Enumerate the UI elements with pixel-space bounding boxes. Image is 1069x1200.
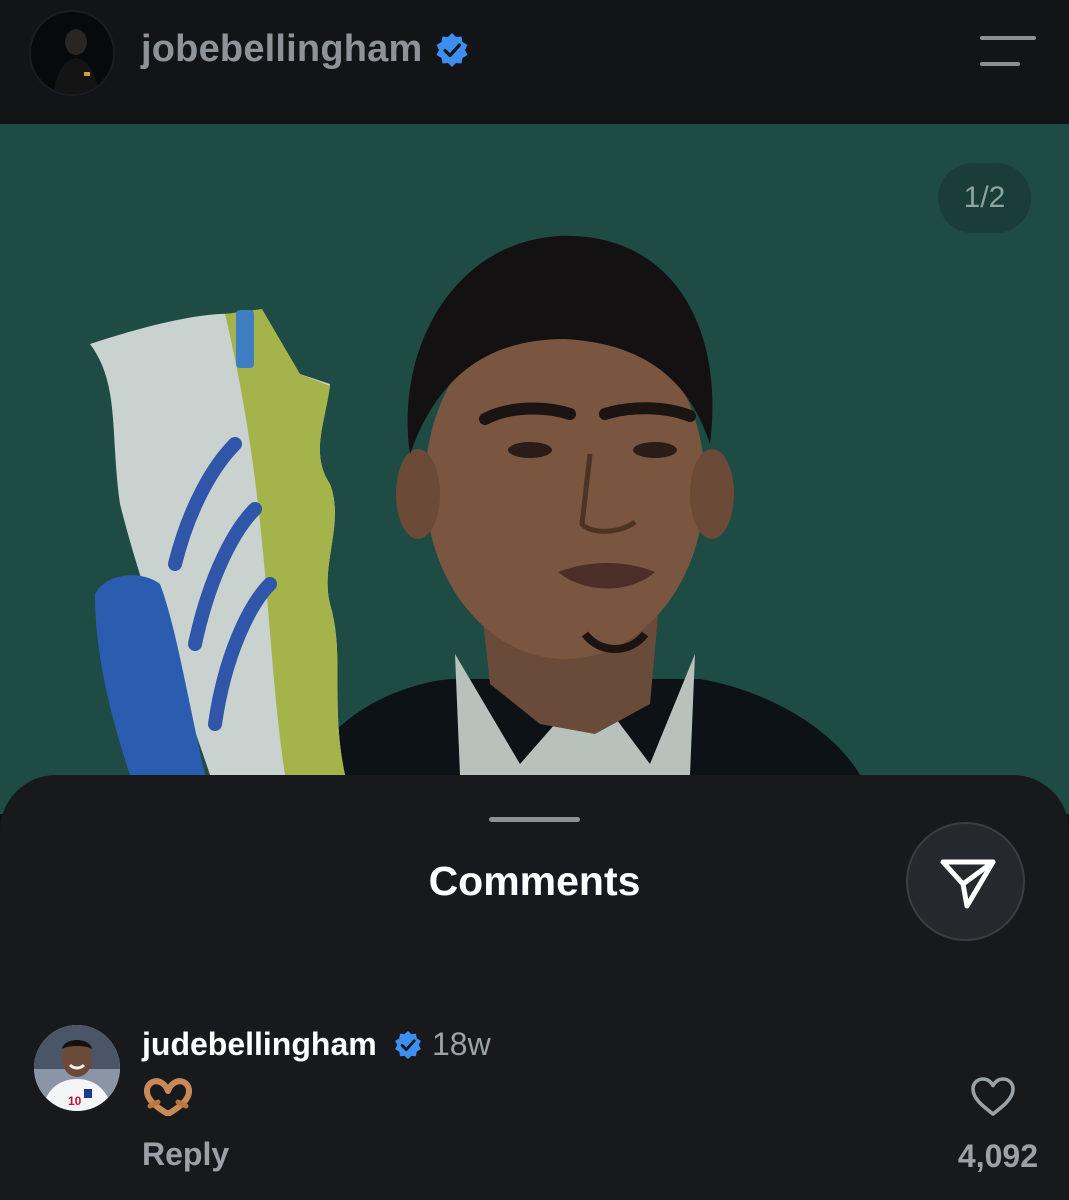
- heart-outline-icon[interactable]: [970, 1076, 1016, 1118]
- reply-button[interactable]: Reply: [142, 1136, 229, 1173]
- comment-text: [144, 1078, 192, 1117]
- image-counter-badge: 1/2: [938, 163, 1031, 233]
- send-icon: [940, 859, 996, 909]
- verified-badge-icon: [436, 33, 468, 67]
- profile-username[interactable]: jobebellingham: [141, 28, 423, 71]
- hamburger-menu-icon[interactable]: [980, 36, 1036, 68]
- post-image[interactable]: [0, 124, 1069, 814]
- comment-timestamp: 18w: [432, 1026, 491, 1062]
- profile-avatar[interactable]: [29, 10, 115, 96]
- comment-like-count: 4,092: [957, 1138, 1038, 1174]
- comment-avatar[interactable]: 10: [34, 1025, 120, 1111]
- verified-badge-icon: [395, 1030, 421, 1060]
- heart-hands-emoji-icon: [144, 1078, 192, 1117]
- share-button[interactable]: [906, 822, 1025, 941]
- comment-username[interactable]: judebellingham: [142, 1026, 377, 1063]
- sheet-drag-handle[interactable]: [489, 817, 580, 822]
- svg-text:10: 10: [68, 1094, 82, 1108]
